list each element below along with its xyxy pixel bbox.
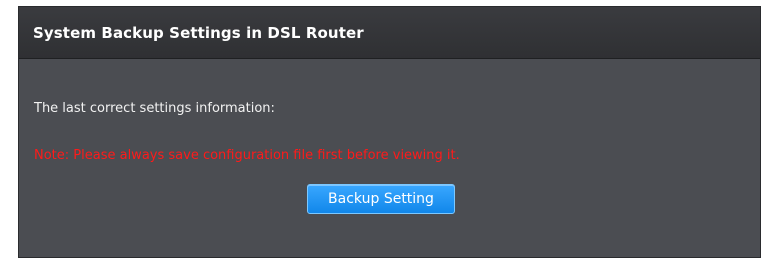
panel-title: System Backup Settings in DSL Router (33, 23, 364, 42)
save-note-warning: Note: Please always save configuration f… (34, 148, 460, 163)
backup-settings-panel: System Backup Settings in DSL Router The… (18, 6, 761, 258)
panel-header: System Backup Settings in DSL Router (19, 7, 760, 59)
backup-setting-button[interactable]: Backup Setting (307, 184, 455, 214)
settings-info-label: The last correct settings information: (34, 101, 275, 116)
panel-body: The last correct settings information: N… (19, 59, 760, 258)
